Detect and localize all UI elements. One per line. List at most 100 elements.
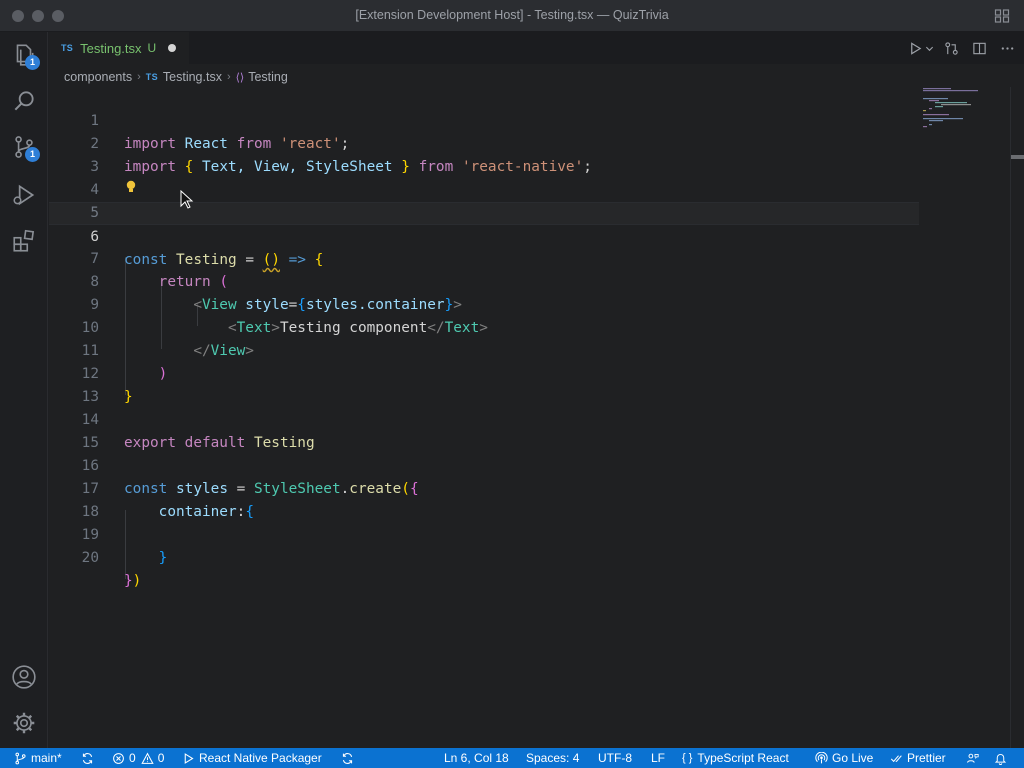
error-count: 0 (129, 751, 136, 765)
tab-testing-tsx[interactable]: TS Testing.tsx U (49, 32, 189, 64)
code-line: 4 (49, 156, 919, 198)
check-all-icon (890, 754, 902, 762)
code-line: 2 import { Text, View, StyleSheet } from… (49, 110, 919, 175)
code-line: 18 (49, 478, 919, 520)
code-line: 1 import React from 'react'; (49, 87, 919, 152)
chevron-right-icon: › (137, 71, 141, 83)
source-control-button[interactable]: 1 (0, 124, 48, 170)
packager-label: React Native Packager (199, 751, 322, 765)
play-icon (184, 752, 194, 764)
breadcrumb-file[interactable]: Testing.tsx (163, 70, 222, 84)
bell-icon (994, 753, 1007, 765)
typescript-file-icon: TS (145, 72, 158, 82)
packager-restart-button[interactable] (341, 748, 358, 768)
lightbulb-icon[interactable] (125, 180, 137, 194)
code-line: 12 } (49, 340, 919, 405)
tab-bar: TS Testing.tsx U (49, 32, 1024, 64)
encoding[interactable]: UTF-8 (598, 748, 632, 768)
run-debug-icon (13, 184, 35, 206)
accounts-button[interactable] (0, 654, 48, 700)
more-actions-icon[interactable] (996, 38, 1018, 58)
code-line: 17 container:{ (49, 455, 919, 520)
status-bar: main* 0 0 React Native Packager Ln 6, Co… (0, 748, 1024, 768)
search-icon (14, 91, 34, 111)
refresh-icon (342, 752, 353, 764)
extensions-button[interactable] (0, 218, 48, 264)
typescript-file-icon: TS (61, 43, 74, 53)
code-line: 10 </View> (49, 294, 919, 359)
go-live-button[interactable]: Go Live (815, 748, 873, 768)
symbol-variable-icon: ⟨⟩ (235, 71, 245, 84)
branch-name: main* (31, 751, 62, 765)
broadcast-icon (815, 751, 828, 763)
activity-bar: 1 1 (0, 32, 48, 748)
extensions-icon (13, 229, 35, 252)
code-line: 7 return ( (49, 225, 919, 290)
tab-label: Testing.tsx (80, 40, 142, 56)
end-of-line[interactable]: LF (651, 748, 665, 768)
token: ) (132, 573, 142, 589)
title-bar: [Extension Development Host] - Testing.t… (0, 0, 1024, 32)
manage-button[interactable] (0, 700, 48, 746)
feedback-button[interactable] (966, 748, 983, 768)
code-line: 8 <View style={styles.container}> (49, 248, 919, 313)
warning-icon (141, 752, 154, 764)
breadcrumb-folder[interactable]: components (64, 70, 132, 84)
scrollbar-thumb[interactable] (1011, 155, 1024, 159)
code-line: 20 }) (49, 524, 919, 589)
error-icon (113, 752, 124, 764)
code-line: 13 (49, 363, 919, 405)
sync-icon (82, 752, 93, 764)
cursor-position[interactable]: Ln 6, Col 18 (444, 748, 509, 768)
breadcrumb: components › TS Testing.tsx › ⟨⟩ Testing (64, 68, 288, 86)
code-line: 15 (49, 409, 919, 451)
split-editor-icon[interactable] (968, 38, 990, 58)
customize-layout-icon[interactable] (994, 8, 1010, 24)
editor-actions (904, 38, 1018, 58)
code-line: 14 export default Testing (49, 386, 919, 451)
language-mode[interactable]: { } TypeScript React (682, 748, 789, 768)
indentation[interactable]: Spaces: 4 (526, 748, 579, 768)
warning-count: 0 (157, 751, 165, 765)
chevron-right-icon: › (226, 71, 231, 83)
run-debug-button[interactable] (0, 172, 48, 218)
explorer-button[interactable]: 1 (0, 32, 48, 78)
problems-indicator[interactable]: 0 0 (112, 748, 164, 768)
line-number: 20 (81, 550, 99, 566)
minimap[interactable] (919, 87, 1009, 167)
window-title: [Extension Development Host] - Testing.t… (355, 8, 669, 22)
person-feedback-icon (967, 753, 979, 763)
gear-icon (13, 712, 35, 734)
code-line: 19 } (49, 501, 919, 566)
sync-button[interactable] (81, 748, 98, 768)
chevron-down-icon[interactable] (924, 38, 934, 58)
branch-icon (15, 752, 26, 764)
breadcrumb-symbol[interactable]: Testing (248, 70, 288, 84)
editor: TS Testing.tsx U components › TS Testing… (49, 32, 1024, 748)
unsaved-dot-icon[interactable] (168, 44, 177, 52)
braces-icon: { } (682, 752, 693, 764)
notifications-button[interactable] (994, 748, 1011, 768)
token: } (124, 573, 133, 589)
run-icon[interactable] (904, 38, 926, 58)
code-editor[interactable]: 1 import React from 'react'; 2 import { … (49, 87, 919, 748)
open-changes-icon[interactable] (940, 38, 962, 58)
explorer-badge: 1 (25, 55, 40, 70)
react-native-packager-button[interactable]: React Native Packager (182, 748, 322, 768)
branch-indicator[interactable]: main* (14, 748, 62, 768)
code-line: 3 (49, 133, 919, 175)
code-line: 9 <Text>Testing component</Text> (49, 271, 919, 336)
account-icon (12, 665, 36, 689)
token: } (158, 550, 168, 566)
search-button[interactable] (0, 78, 48, 124)
vertical-scrollbar[interactable] (1010, 87, 1024, 748)
prettier-label: Prettier (907, 751, 946, 765)
code-line: 16 const styles = StyleSheet.create({ (49, 432, 919, 497)
untracked-status: U (147, 41, 157, 55)
code-line: 11 ) (49, 317, 919, 382)
source-control-badge: 1 (25, 147, 40, 162)
mouse-pointer-icon (180, 189, 194, 210)
prettier-button[interactable]: Prettier (890, 748, 946, 768)
go-live-label: Go Live (832, 751, 874, 765)
language-label: TypeScript React (697, 751, 789, 765)
